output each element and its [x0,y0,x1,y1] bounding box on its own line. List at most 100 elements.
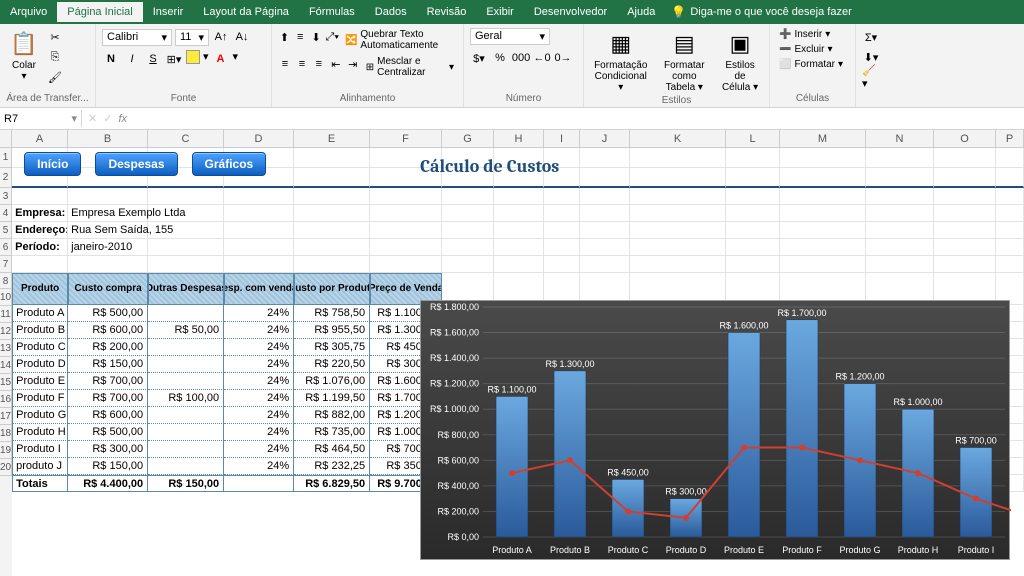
row-header-18[interactable]: 18 [0,425,12,442]
fill-color-button[interactable] [186,50,200,64]
border-button[interactable]: ⊞▾ [165,50,183,68]
table-cell[interactable]: 24% [224,373,294,390]
col-header-N[interactable]: N [866,130,934,147]
grow-font-button[interactable]: A↑ [212,28,230,46]
col-header-L[interactable]: L [726,130,780,147]
table-cell[interactable]: Produto A [12,305,68,322]
col-header-J[interactable]: J [580,130,630,147]
align-center-button[interactable]: ≡ [295,55,309,73]
fx-buttons[interactable]: ✕✓fx [82,112,133,125]
table-cell[interactable]: Produto E [12,373,68,390]
tab-layout[interactable]: Layout da Página [193,2,299,22]
row-header-15[interactable]: 15 [0,374,12,391]
table-cell[interactable] [148,424,224,441]
table-cell[interactable]: R$ 220,50 [294,356,370,373]
copy-button[interactable]: ⎘ [46,48,64,66]
table-cell[interactable]: R$ 758,50 [294,305,370,322]
align-top-button[interactable]: ⬆ [278,28,291,46]
wrap-text-button[interactable]: 🔀 Quebrar Texto Automaticamente [342,28,461,52]
row-header-19[interactable]: 19 [0,442,12,459]
row-header-10[interactable]: 10 [0,289,12,306]
table-cell[interactable]: R$ 700,00 [68,390,148,407]
align-left-button[interactable]: ≡ [278,55,292,73]
row-header-13[interactable]: 13 [0,340,12,357]
table-cell[interactable]: R$ 100,00 [148,390,224,407]
table-cell[interactable]: R$ 200,00 [68,339,148,356]
nav-despesas-button[interactable]: Despesas [95,152,177,176]
tell-me[interactable]: 💡Diga-me o que você deseja fazer [671,5,851,19]
col-header-P[interactable]: P [996,130,1024,147]
table-cell[interactable] [148,458,224,475]
table-cell[interactable] [148,339,224,356]
table-cell[interactable]: Produto G [12,407,68,424]
nav-inicio-button[interactable]: Início [24,152,81,176]
table-cell[interactable]: R$ 232,25 [294,458,370,475]
tab-review[interactable]: Revisão [417,2,477,22]
dec-decimal-button[interactable]: 0→ [554,49,572,67]
table-cell[interactable]: 24% [224,424,294,441]
delete-cells-button[interactable]: ➖ Excluir ▾ [776,43,846,56]
cell-styles-button[interactable]: ▣Estilos de Célula ▾ [717,28,763,95]
table-cell[interactable]: Produto D [12,356,68,373]
table-cell[interactable] [148,356,224,373]
table-cell[interactable]: R$ 150,00 [68,458,148,475]
tab-developer[interactable]: Desenvolvedor [524,2,617,22]
tab-view[interactable]: Exibir [476,2,524,22]
tab-formulas[interactable]: Fórmulas [299,2,365,22]
format-table-button[interactable]: ▤Formatar como Tabela ▾ [656,28,714,95]
col-header-O[interactable]: O [934,130,996,147]
table-cell[interactable]: 24% [224,356,294,373]
table-cell[interactable]: 24% [224,407,294,424]
merge-center-button[interactable]: ⊞ Mesclar e Centralizar ▾ [363,55,457,79]
col-header-G[interactable]: G [442,130,494,147]
font-color-button[interactable]: A [212,50,230,68]
align-bottom-button[interactable]: ⬇ [310,28,323,46]
row-header-17[interactable]: 17 [0,408,12,425]
insert-cells-button[interactable]: ➕ Inserir ▾ [776,28,846,41]
row-header-5[interactable]: 5 [0,222,12,239]
orientation-button[interactable]: ⤢▾ [326,28,339,46]
row-header-14[interactable]: 14 [0,357,12,374]
col-header-M[interactable]: M [780,130,866,147]
tab-help[interactable]: Ajuda [617,2,665,22]
tab-data[interactable]: Dados [365,2,417,22]
inc-decimal-button[interactable]: ←0 [533,49,551,67]
row-header-3[interactable]: 3 [0,188,12,205]
col-header-K[interactable]: K [630,130,726,147]
paste-button[interactable]: 📋Colar▾ [6,28,42,84]
indent-inc-button[interactable]: ⇥ [346,55,360,73]
table-cell[interactable]: 24% [224,322,294,339]
name-box[interactable]: R7▾ [0,110,82,127]
italic-button[interactable]: I [123,50,141,68]
font-size-select[interactable]: 11▾ [175,29,209,46]
format-painter-button[interactable]: 🖌 [46,68,64,86]
nav-graficos-button[interactable]: Gráficos [192,152,267,176]
select-all-corner[interactable] [0,130,12,147]
table-cell[interactable]: R$ 735,00 [294,424,370,441]
table-cell[interactable]: R$ 464,50 [294,441,370,458]
table-cell[interactable]: R$ 1.199,50 [294,390,370,407]
font-name-select[interactable]: Calibri▾ [102,29,172,46]
table-cell[interactable]: 24% [224,390,294,407]
table-cell[interactable]: 24% [224,441,294,458]
table-cell[interactable] [148,305,224,322]
col-header-B[interactable]: B [68,130,148,147]
table-cell[interactable]: Produto F [12,390,68,407]
number-format-select[interactable]: Geral▾ [470,28,550,45]
autosum-button[interactable]: Σ▾ [862,28,880,46]
clear-button[interactable]: 🧹▾ [862,68,880,86]
underline-button[interactable]: S [144,50,162,68]
table-cell[interactable]: R$ 305,75 [294,339,370,356]
table-cell[interactable]: R$ 500,00 [68,424,148,441]
row-header-2[interactable]: 2 [0,168,12,188]
col-header-I[interactable]: I [544,130,580,147]
row-header-12[interactable]: 12 [0,323,12,340]
row-header-1[interactable]: 1 [0,148,12,168]
table-cell[interactable]: R$ 1.076,00 [294,373,370,390]
align-right-button[interactable]: ≡ [312,55,326,73]
table-cell[interactable]: R$ 600,00 [68,322,148,339]
table-cell[interactable]: Produto B [12,322,68,339]
table-cell[interactable]: produto J [12,458,68,475]
row-header-11[interactable]: 11 [0,306,12,323]
table-cell[interactable]: Produto H [12,424,68,441]
